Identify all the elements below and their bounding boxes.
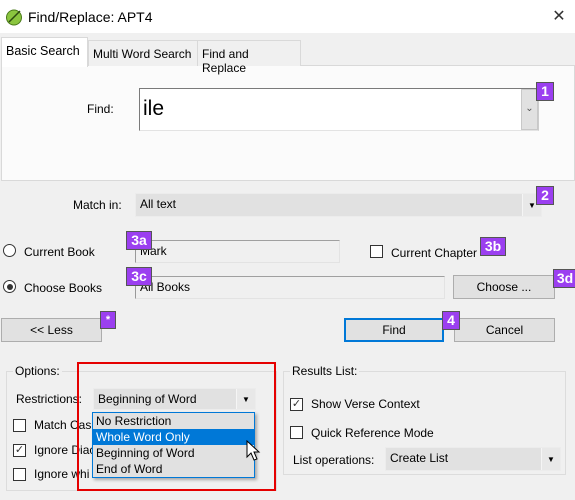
chevron-down-icon: ▼ <box>541 448 560 470</box>
find-label: Find: <box>87 102 114 116</box>
less-button[interactable]: << Less <box>1 318 102 342</box>
choose-books-button[interactable]: Choose ... <box>453 275 555 299</box>
ignore-whitespace-checkbox[interactable] <box>13 468 26 481</box>
choose-books-field[interactable]: All Books <box>135 276 445 299</box>
tab-basic-search[interactable]: Basic Search <box>1 37 88 67</box>
mouse-cursor-icon <box>246 440 261 461</box>
ignore-diacritics-checkbox[interactable]: ✓ <box>13 444 26 457</box>
options-title: Options: <box>13 364 62 378</box>
match-in-label: Match in: <box>73 198 122 212</box>
match-in-value: All text <box>140 197 177 211</box>
match-case-checkbox[interactable] <box>13 419 26 432</box>
tab-multi-word-search[interactable]: Multi Word Search <box>88 40 198 66</box>
current-chapter-label: Current Chapter <box>391 246 478 260</box>
quick-reference-mode-label: Quick Reference Mode <box>311 426 434 440</box>
check-icon: ✓ <box>14 444 25 456</box>
cancel-button[interactable]: Cancel <box>454 318 555 342</box>
dropdown-option-no-restriction[interactable]: No Restriction <box>93 413 254 429</box>
quick-reference-mode-checkbox[interactable] <box>290 426 303 439</box>
current-book-radio[interactable] <box>3 244 16 257</box>
choose-books-label: Choose Books <box>24 281 103 295</box>
list-operations-select[interactable]: Create List ▼ <box>385 447 561 471</box>
show-verse-context-label: Show Verse Context <box>311 397 420 411</box>
check-icon: ✓ <box>291 398 302 410</box>
find-button[interactable]: Find <box>344 318 444 342</box>
annotation-badge-3b: 3b <box>480 237 506 256</box>
annotation-badge-1: 1 <box>536 82 554 101</box>
choose-books-radio[interactable] <box>3 280 16 293</box>
tab-strip: Basic Search Multi Word Search Find and … <box>0 36 575 75</box>
match-in-select[interactable]: All text ▼ <box>135 193 542 217</box>
dropdown-option-whole-word-only[interactable]: Whole Word Only <box>93 429 254 445</box>
dropdown-option-beginning-of-word[interactable]: Beginning of Word <box>93 445 254 461</box>
show-verse-context-checkbox[interactable]: ✓ <box>290 398 303 411</box>
annotation-badge-4: 4 <box>442 311 460 330</box>
list-operations-value: Create List <box>390 451 449 465</box>
dropdown-option-end-of-word[interactable]: End of Word <box>93 461 254 477</box>
annotation-badge-3a: 3a <box>126 231 152 250</box>
annotation-badge-star: * <box>100 311 116 329</box>
tab-find-and-replace[interactable]: Find and Replace <box>197 40 301 75</box>
results-list-title: Results List: <box>290 364 360 378</box>
list-operations-label: List operations: <box>293 453 375 467</box>
window-title: Find/Replace: APT4 <box>28 9 153 25</box>
restrictions-label: Restrictions: <box>16 392 83 406</box>
current-book-field[interactable]: Mark <box>135 240 340 263</box>
app-leaf-icon <box>6 9 22 26</box>
current-chapter-checkbox[interactable] <box>370 245 383 258</box>
find-input-value: ile <box>143 97 165 120</box>
find-input[interactable]: ile <box>139 88 539 131</box>
restrictions-dropdown-list: No Restriction Whole Word Only Beginning… <box>92 412 255 478</box>
annotation-badge-3c: 3c <box>126 267 152 286</box>
annotation-badge-2: 2 <box>536 186 554 205</box>
annotation-badge-3d: 3d <box>553 269 575 288</box>
current-book-label: Current Book <box>24 245 95 259</box>
close-icon[interactable]: ✕ <box>548 6 570 28</box>
